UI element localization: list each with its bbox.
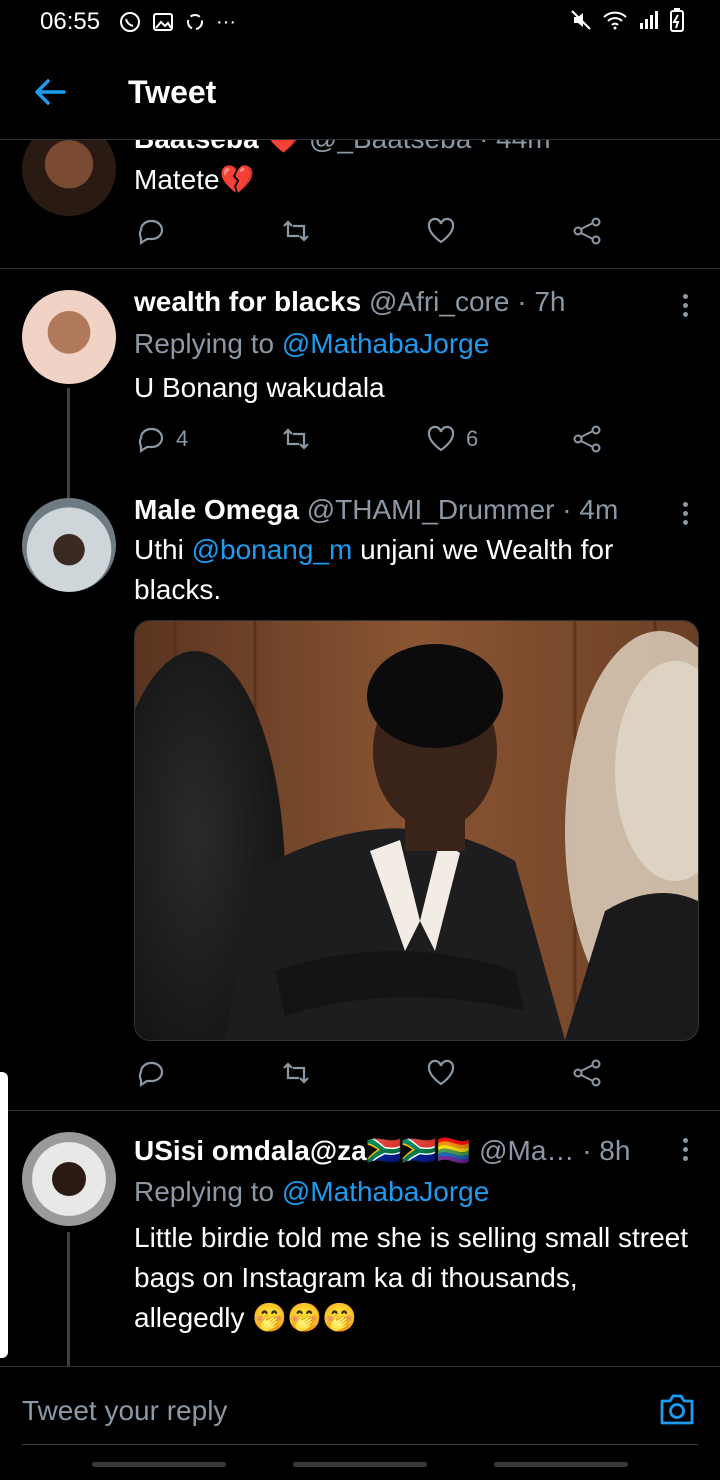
retweet-icon xyxy=(283,220,309,242)
heart-icon xyxy=(427,1059,455,1086)
like-count: 6 xyxy=(466,426,479,451)
tweet-text: Matete💔 xyxy=(134,164,255,195)
share-icon xyxy=(573,217,601,245)
reply-icon xyxy=(138,1061,164,1088)
replying-to: Replying to @MathabaJorge xyxy=(134,1176,489,1208)
tweet-wealth-for-blacks[interactable]: wealth for blacks @Afri_core · 7h Replyi… xyxy=(0,268,720,498)
replying-to-label: Replying to xyxy=(134,328,275,359)
display-name[interactable]: wealth for blacks xyxy=(134,286,361,317)
heart-icon xyxy=(427,217,455,244)
display-name[interactable]: USisi omdala@za🇿🇦🇿🇦🏳️‍🌈 xyxy=(134,1135,471,1166)
share-icon xyxy=(573,1059,601,1087)
reply-input[interactable]: Tweet your reply xyxy=(22,1395,227,1427)
replying-to: Replying to @MathabaJorge xyxy=(134,328,489,360)
reply-composer[interactable]: Tweet your reply xyxy=(0,1366,720,1449)
reply-icon xyxy=(138,219,164,246)
replying-to-label: Replying to xyxy=(134,1176,275,1207)
retweet-icon xyxy=(283,1062,309,1084)
timestamp: · 4m xyxy=(562,494,619,525)
avatar[interactable] xyxy=(22,498,116,592)
handle[interactable]: @THAMI_Drummer xyxy=(307,494,555,525)
share-button[interactable] xyxy=(572,1058,602,1088)
tweet-media-image[interactable] xyxy=(134,620,699,1041)
avatar[interactable] xyxy=(22,1132,116,1226)
tweet-text: Uthi @bonang_m unjani we Wealth for blac… xyxy=(134,530,694,610)
retweet-icon xyxy=(283,428,309,450)
gesture-navigation xyxy=(0,1462,720,1470)
reply-count: 4 xyxy=(176,426,189,451)
like-button[interactable] xyxy=(426,216,466,246)
share-button[interactable] xyxy=(572,424,602,454)
photo-courtroom xyxy=(135,621,698,1040)
retweet-button[interactable] xyxy=(281,424,321,454)
edge-panel-handle[interactable] xyxy=(0,1072,8,1358)
nav-pill-home[interactable] xyxy=(293,1462,427,1467)
like-button[interactable]: 6 xyxy=(426,424,478,454)
tweet-header: Male Omega @THAMI_Drummer · 4m xyxy=(134,494,618,526)
thread-line xyxy=(67,1232,70,1366)
heart-icon xyxy=(427,425,455,452)
thread-line xyxy=(67,388,70,498)
nav-pill-recents[interactable] xyxy=(92,1462,226,1467)
back-arrow-icon[interactable] xyxy=(30,72,70,112)
replying-to-mention[interactable]: @MathabaJorge xyxy=(282,1176,489,1207)
tweet-header: wealth for blacks @Afri_core · 7h xyxy=(134,286,565,318)
tweet-header: USisi omdala@za🇿🇦🇿🇦🏳️‍🌈 @Ma… · 8h xyxy=(134,1134,630,1167)
reply-button[interactable] xyxy=(136,216,176,246)
tweet-actions: 4 6 xyxy=(136,424,616,460)
tweet-text-prefix: Uthi xyxy=(134,534,192,565)
retweet-button[interactable] xyxy=(281,1058,321,1088)
like-button[interactable] xyxy=(426,1058,466,1088)
retweet-button[interactable] xyxy=(281,216,321,246)
display-name[interactable]: Male Omega xyxy=(134,494,299,525)
page-title: Tweet xyxy=(128,74,217,110)
camera-icon[interactable] xyxy=(658,1391,696,1427)
more-options-icon[interactable] xyxy=(680,1134,690,1164)
reply-button[interactable]: 4 xyxy=(136,424,188,454)
avatar[interactable] xyxy=(22,290,116,384)
tweet-actions xyxy=(136,1058,616,1094)
tweet-text: Little birdie told me she is selling sma… xyxy=(134,1222,689,1333)
handle[interactable]: @Afri_core xyxy=(369,286,509,317)
share-icon xyxy=(573,425,601,453)
timestamp: · 8h xyxy=(582,1135,631,1166)
tweet-usisi-omdala[interactable]: USisi omdala@za🇿🇦🇿🇦🏳️‍🌈 @Ma… · 8h Replyi… xyxy=(0,1110,720,1366)
nav-pill-back[interactable] xyxy=(494,1462,628,1467)
reply-icon xyxy=(138,427,164,454)
mention-link[interactable]: @bonang_m xyxy=(192,534,353,565)
replying-to-mention[interactable]: @MathabaJorge xyxy=(282,328,489,359)
handle[interactable]: @Ma… xyxy=(479,1135,574,1166)
tweet-text: U Bonang wakudala xyxy=(134,372,385,403)
tweet-actions xyxy=(136,216,616,252)
more-options-icon[interactable] xyxy=(680,290,690,320)
reply-button[interactable] xyxy=(136,1058,176,1088)
app-bar: Tweet xyxy=(0,44,720,140)
more-options-icon[interactable] xyxy=(680,498,690,528)
share-button[interactable] xyxy=(572,216,602,246)
input-underline xyxy=(22,1444,698,1445)
timestamp: · 7h xyxy=(517,286,566,317)
